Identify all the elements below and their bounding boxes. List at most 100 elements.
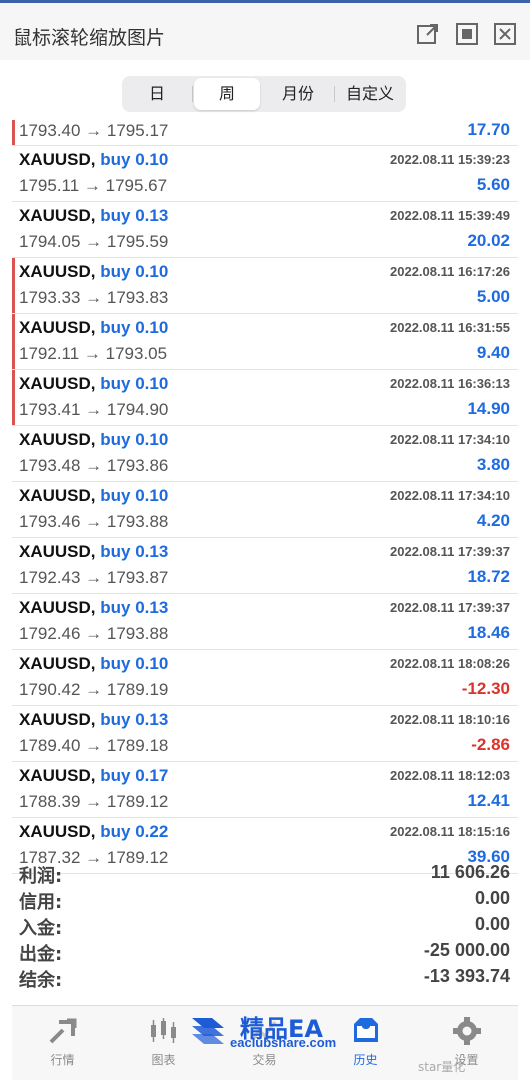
- summary-label: 入金:: [19, 918, 63, 939]
- deal-profit: 14.90: [467, 399, 510, 418]
- deal-side: buy 0.13: [100, 598, 169, 617]
- deal-time: 2022.08.11 16:36:13: [390, 376, 510, 391]
- symbol-name: XAUUSD,: [19, 318, 96, 337]
- deal-time: 2022.08.11 15:39:49: [390, 208, 510, 223]
- deal-row[interactable]: XAUUSD, buy 0.13 2022.08.11 18:10:16 1789.…: [12, 706, 518, 762]
- deal-row[interactable]: XAUUSD, buy 0.13 2022.08.11 17:39:37 1792.…: [12, 538, 518, 594]
- close-icon[interactable]: [493, 22, 517, 46]
- deal-prices: 1793.46 → 1793.88: [19, 512, 169, 531]
- deal-row[interactable]: XAUUSD, buy 0.10 2022.08.11 18:08:26 1790.…: [12, 650, 518, 706]
- deal-prices: 1794.05 → 1795.59: [19, 232, 169, 251]
- chart-icon: [151, 1018, 176, 1043]
- summary-row-profit: 利润: 11 606.26: [12, 860, 518, 887]
- deal-side: buy 0.10: [100, 150, 169, 169]
- tab-label: 历史: [353, 1053, 378, 1067]
- settings-icon: [453, 1017, 481, 1045]
- summary-value: 0.00: [474, 914, 510, 934]
- period-tab-custom[interactable]: 自定义: [336, 78, 404, 110]
- symbol-name: XAUUSD,: [19, 766, 96, 785]
- summary-label: 利润:: [19, 866, 63, 887]
- deal-profit: 12.41: [467, 791, 510, 810]
- quotes-icon: [49, 1018, 77, 1044]
- deal-time: 2022.08.11 17:34:10: [390, 488, 510, 503]
- deal-profit: -12.30: [461, 679, 510, 698]
- deal-time: 2022.08.11 16:17:26: [390, 264, 510, 279]
- deal-side: buy 0.22: [100, 822, 169, 841]
- deal-row[interactable]: XAUUSD, buy 0.10 2022.08.11 15:39:23 1795.…: [12, 146, 518, 202]
- summary-row-deposit: 入金: 0.00: [12, 912, 518, 939]
- deal-row[interactable]: XAUUSD, buy 0.17 2022.08.11 18:12:03 1788.…: [12, 762, 518, 818]
- popout-icon[interactable]: [416, 22, 440, 46]
- deal-row[interactable]: XAUUSD, buy 0.10 2022.08.11 17:34:10 1793.…: [12, 426, 518, 482]
- history-icon: [354, 1018, 378, 1042]
- symbol-name: XAUUSD,: [19, 822, 96, 841]
- deal-symbol: XAUUSD, buy 0.10: [19, 654, 168, 674]
- tab-label: 图表: [151, 1053, 176, 1067]
- deal-symbol: XAUUSD, buy 0.10: [19, 374, 168, 394]
- period-tab-week[interactable]: 周: [194, 78, 260, 110]
- deal-time: 2022.08.11 15:39:23: [390, 152, 510, 167]
- symbol-name: XAUUSD,: [19, 598, 96, 617]
- summary-row-withdrawal: 出金: -25 000.00: [12, 938, 518, 965]
- divider: [334, 86, 335, 102]
- symbol-name: XAUUSD,: [19, 374, 96, 393]
- deal-row[interactable]: XAUUSD, buy 0.10 2022.08.11 16:36:13 1793.…: [12, 370, 518, 426]
- deal-side: buy 0.10: [100, 430, 169, 449]
- deal-prices: 1792.43 → 1793.87: [19, 568, 169, 587]
- deal-symbol: XAUUSD, buy 0.10: [19, 262, 168, 282]
- deal-row[interactable]: XAUUSD, buy 0.10 2022.08.11 17:34:10 1793.…: [12, 482, 518, 538]
- deal-prices: 1792.46 → 1793.88: [19, 624, 169, 643]
- fullscreen-icon[interactable]: [455, 22, 479, 46]
- symbol-name: XAUUSD,: [19, 430, 96, 449]
- period-tab-day[interactable]: 日: [124, 78, 190, 110]
- tab-quotes[interactable]: 行情: [12, 1006, 113, 1080]
- summary-value: 0.00: [474, 888, 510, 908]
- period-selector: 日 周 月份 自定义: [122, 76, 406, 112]
- deal-prices: 1788.39 → 1789.12: [19, 792, 169, 811]
- deal-profit: 18.72: [467, 567, 510, 586]
- deal-prices: 1792.11 → 1793.05: [19, 344, 168, 363]
- deal-time: 2022.08.11 16:31:55: [390, 320, 510, 335]
- window-title: 鼠标滚轮缩放图片: [13, 27, 166, 49]
- deal-symbol: XAUUSD, buy 0.13: [19, 542, 168, 562]
- deal-marker: [12, 370, 15, 425]
- deal-symbol: XAUUSD, buy 0.13: [19, 598, 168, 618]
- deal-prices: 1793.41 → 1794.90: [19, 400, 169, 419]
- deal-prices: 1793.40 → 1795.17: [19, 121, 169, 140]
- summary-value: -13 393.74: [423, 966, 510, 986]
- deal-row[interactable]: XAUUSD, buy 0.13 2022.08.11 15:39:49 1794.…: [12, 202, 518, 258]
- deal-symbol: XAUUSD, buy 0.17: [19, 766, 168, 786]
- deal-symbol: XAUUSD, buy 0.13: [19, 710, 168, 730]
- symbol-name: XAUUSD,: [19, 206, 96, 225]
- symbol-name: XAUUSD,: [19, 710, 96, 729]
- deal-side: buy 0.13: [100, 710, 169, 729]
- corner-watermark: star量化: [418, 1060, 466, 1074]
- layers-logo-icon: [192, 1018, 224, 1044]
- symbol-name: XAUUSD,: [19, 542, 96, 561]
- summary-row-credit: 信用: 0.00: [12, 886, 518, 913]
- deal-profit: 9.40: [476, 343, 510, 362]
- deal-row[interactable]: XAUUSD, buy 0.10 2022.08.11 16:17:26 1793.…: [12, 258, 518, 314]
- deal-side: buy 0.10: [100, 486, 169, 505]
- deal-symbol: XAUUSD, buy 0.10: [19, 486, 168, 506]
- symbol-name: XAUUSD,: [19, 262, 96, 281]
- deal-row[interactable]: 1793.40 → 1795.17 17.70: [12, 120, 518, 146]
- summary-value: -25 000.00: [423, 940, 510, 960]
- summary-row-balance: 结余: -13 393.74: [12, 964, 518, 991]
- deal-symbol: XAUUSD, buy 0.13: [19, 206, 168, 226]
- period-tab-month[interactable]: 月份: [264, 78, 332, 110]
- deal-profit: 17.70: [467, 120, 510, 139]
- deal-row[interactable]: XAUUSD, buy 0.13 2022.08.11 17:39:37 1792.…: [12, 594, 518, 650]
- deal-time: 2022.08.11 17:39:37: [390, 544, 510, 559]
- deal-time: 2022.08.11 17:39:37: [390, 600, 510, 615]
- tab-label: 交易: [252, 1053, 277, 1067]
- summary-value: 11 606.26: [430, 862, 510, 882]
- tab-label: 行情: [50, 1053, 75, 1067]
- deal-row[interactable]: XAUUSD, buy 0.10 2022.08.11 16:31:55 1792.…: [12, 314, 518, 370]
- deal-marker: [12, 258, 15, 313]
- deal-side: buy 0.13: [100, 542, 169, 561]
- deal-prices: 1790.42 → 1789.19: [19, 680, 169, 699]
- deal-prices: 1789.40 → 1789.18: [19, 736, 169, 755]
- deal-profit: 5.00: [476, 287, 510, 306]
- summary-label: 结余:: [19, 970, 63, 991]
